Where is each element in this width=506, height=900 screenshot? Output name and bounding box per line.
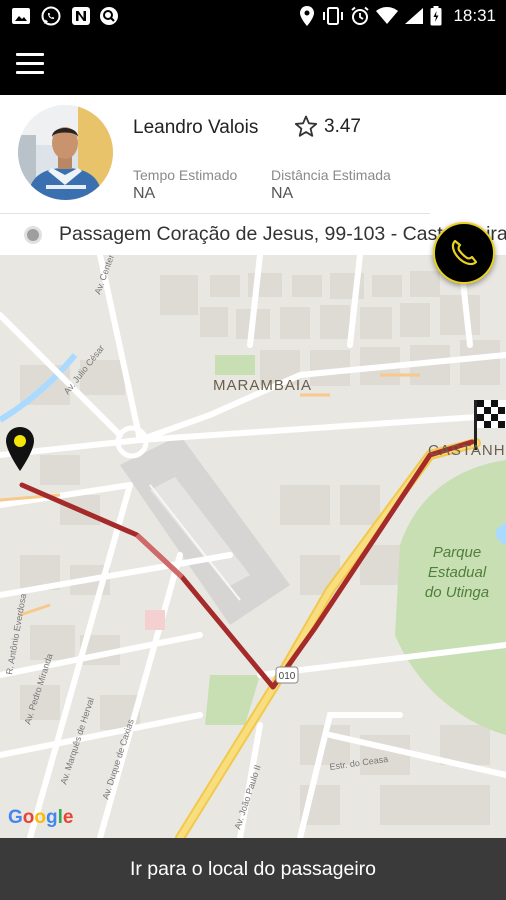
driver-info-card: Leandro Valois 3.47 Tempo Estimado NA Di… [0, 95, 506, 215]
location-icon [298, 6, 316, 26]
alarm-icon [349, 6, 371, 26]
status-bar: 18:31 [0, 0, 506, 32]
neighborhood-label-castanheira: CASTANH [428, 442, 506, 459]
park-label-line-2: Estadual [428, 564, 487, 581]
park-label-line-3: do Utinga [425, 584, 489, 601]
hamburger-menu-icon[interactable] [16, 50, 46, 76]
estimated-distance-label: Distância Estimada [271, 167, 391, 183]
pickup-dot-icon [24, 226, 42, 244]
go-to-passenger-button[interactable]: Ir para o local do passageiro [0, 838, 506, 900]
estimated-distance-value: NA [271, 185, 294, 202]
app-toolbar [0, 32, 506, 95]
map-canvas: 010 MARAMBAIA CASTANH Parque Estadual do… [0, 255, 506, 838]
estimated-time-value: NA [133, 185, 156, 202]
estimated-time-label: Tempo Estimado [133, 167, 238, 183]
road-badge-label: 010 [279, 671, 296, 682]
google-watermark: Google [8, 807, 73, 828]
road-badge: 010 [275, 666, 299, 684]
driver-name: Leandro Valois [133, 117, 259, 138]
driver-avatar [18, 105, 113, 200]
status-time: 18:31 [453, 6, 496, 25]
card-divider [0, 213, 430, 214]
neighborhood-label-marambaia: MARAMBAIA [213, 377, 312, 394]
driver-rating: 3.47 [294, 115, 361, 138]
map-view[interactable]: 010 MARAMBAIA CASTANH Parque Estadual do… [0, 255, 506, 838]
app-screen: 18:31 Leandro Valois 3.47 Tempo Estimado… [0, 0, 506, 900]
n-app-icon [70, 6, 92, 26]
battery-icon [429, 6, 443, 26]
search-app-icon [98, 6, 120, 26]
signal-icon [403, 6, 425, 26]
star-outline-icon [294, 115, 318, 137]
whatsapp-icon [40, 6, 62, 26]
wifi-icon [375, 6, 399, 26]
call-button[interactable] [433, 222, 495, 284]
vibrate-icon [322, 6, 344, 26]
pickup-address-bar: Passagem Coração de Jesus, 99-103 - Cast… [0, 215, 506, 255]
phone-icon [451, 239, 478, 266]
park-label-line-1: Parque [433, 544, 481, 561]
gallery-icon [10, 6, 32, 26]
rating-value: 3.47 [324, 115, 361, 137]
